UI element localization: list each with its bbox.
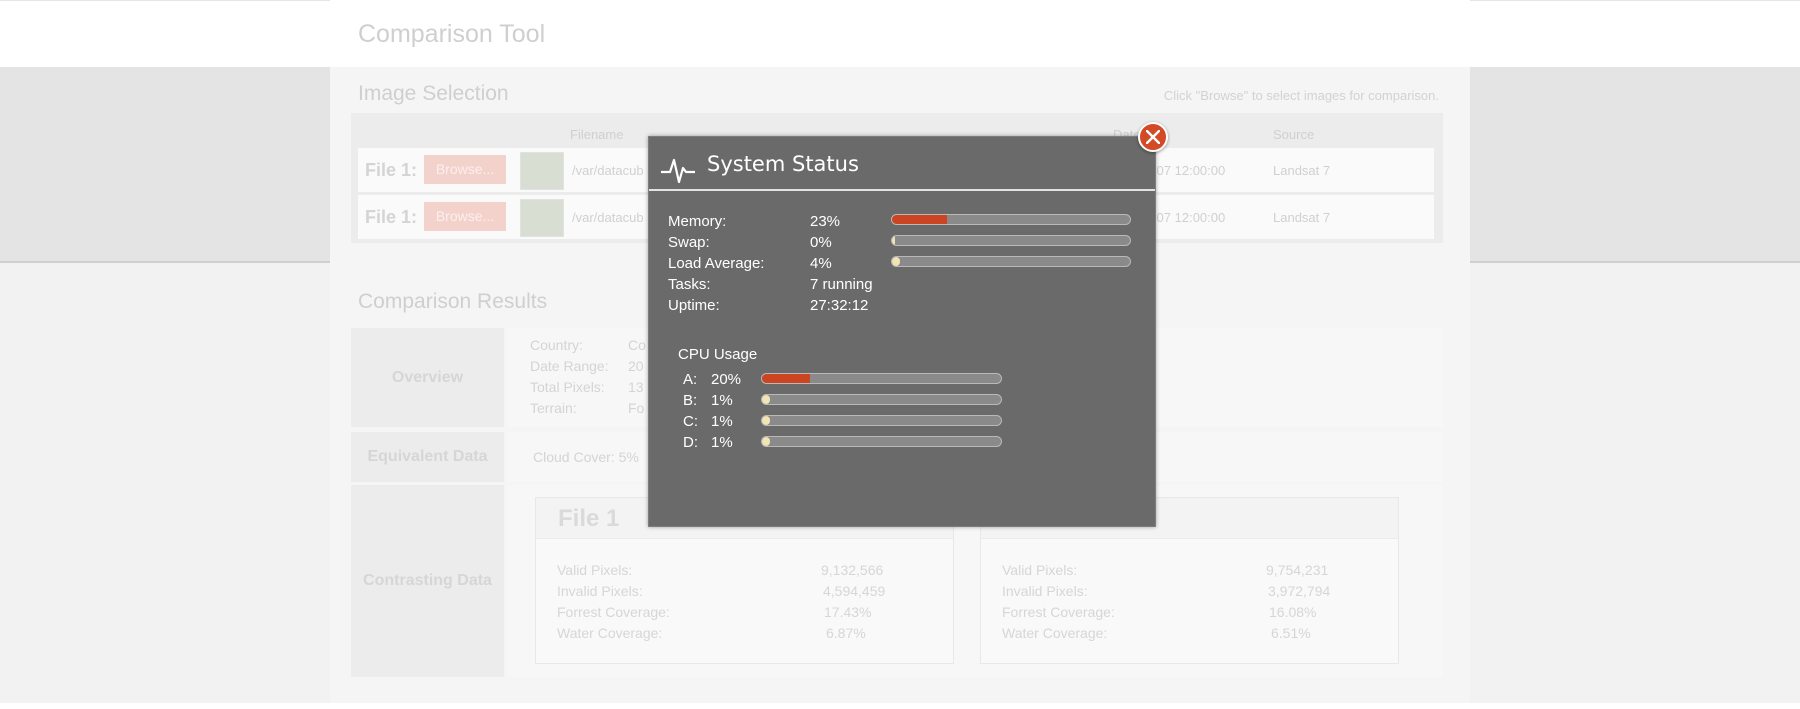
dialog-header: System Status — [649, 137, 1155, 191]
file-path: /var/datacub — [572, 210, 644, 225]
memory-bar — [891, 214, 1131, 225]
image-thumbnail — [520, 199, 564, 237]
file-source: Landsat 7 — [1273, 210, 1331, 225]
close-icon — [1146, 130, 1160, 144]
memory-label: Memory: — [668, 213, 727, 230]
card-value: 9,132,566 — [821, 562, 884, 578]
card-key: Forrest Coverage: — [557, 604, 670, 620]
card-value: 17.43% — [824, 604, 872, 620]
card-value: 9,754,231 — [1266, 562, 1329, 578]
selection-hint: Click "Browse" to select images for comp… — [1163, 88, 1439, 103]
card-key: Invalid Pixels: — [1002, 583, 1088, 599]
cpu-core-value: 1% — [711, 413, 733, 430]
overview-value: Co — [628, 337, 646, 353]
cpu-core-value: 1% — [711, 434, 733, 451]
uptime-value: 27:32:12 — [810, 297, 869, 314]
overview-value: Fo — [628, 400, 645, 416]
cpu-core-label: B: — [683, 392, 698, 409]
cpu-core-value: 20% — [711, 371, 742, 388]
load-average-label: Load Average: — [668, 255, 765, 272]
memory-value: 23% — [810, 213, 841, 230]
overview-value: 20 — [628, 358, 644, 374]
bar-level-marker — [892, 257, 900, 266]
contrasting-data-label: Contrasting Data — [351, 485, 504, 677]
cpu-core-bar — [761, 415, 1002, 426]
load-average-bar — [891, 256, 1131, 267]
cloud-cover-text: Cloud Cover: 5% — [533, 449, 639, 465]
card-value: 4,594,459 — [823, 583, 886, 599]
bar-level-marker — [892, 236, 895, 245]
overview-key: Country: — [530, 337, 583, 353]
tasks-value: 7 running — [810, 276, 873, 293]
card-key: Water Coverage: — [557, 625, 663, 641]
card-key: Valid Pixels: — [557, 562, 633, 578]
card-value: 3,972,794 — [1268, 583, 1331, 599]
cpu-core-label: A: — [683, 371, 698, 388]
browse-button[interactable]: Browse... — [424, 155, 506, 184]
card-key: Invalid Pixels: — [557, 583, 643, 599]
app-title: Comparison Tool — [358, 20, 546, 48]
browse-button[interactable]: Browse... — [424, 202, 506, 231]
overview-key: Total Pixels: — [530, 379, 605, 395]
uptime-label: Uptime: — [668, 297, 720, 314]
bar-level-marker — [762, 437, 770, 446]
overview-key: Date Range: — [530, 358, 609, 374]
card-key: Valid Pixels: — [1002, 562, 1078, 578]
cpu-core-bar — [761, 436, 1002, 447]
tasks-label: Tasks: — [668, 276, 711, 293]
file-date: 3-07 12:00:00 — [1145, 210, 1226, 225]
dialog-title: System Status — [707, 152, 859, 176]
file-source: Landsat 7 — [1273, 163, 1331, 178]
swap-value: 0% — [810, 234, 832, 251]
file-label: File 1: — [365, 207, 418, 227]
swap-label: Swap: — [668, 234, 710, 251]
overview-label: Overview — [351, 328, 504, 427]
column-header-filename: Filename — [570, 127, 624, 142]
bar-level-marker — [762, 395, 770, 404]
cpu-core-label: D: — [683, 434, 698, 451]
file-date: 3-07 12:00:00 — [1145, 163, 1226, 178]
pulse-icon — [661, 158, 695, 184]
cpu-core-bar — [761, 394, 1002, 405]
cpu-core-bar-fill — [762, 374, 810, 383]
close-button[interactable] — [1138, 122, 1168, 152]
card-value: 6.51% — [1271, 625, 1311, 641]
swap-bar — [891, 235, 1131, 246]
card-key: Forrest Coverage: — [1002, 604, 1115, 620]
file-path: /var/datacub — [572, 163, 644, 178]
column-header-source: Source — [1273, 127, 1315, 142]
cpu-core-label: C: — [683, 413, 698, 430]
load-average-value: 4% — [810, 255, 832, 272]
cpu-core-bar — [761, 373, 1002, 384]
bar-level-marker — [762, 416, 770, 425]
file-label: File 1: — [365, 160, 418, 180]
image-thumbnail — [520, 152, 564, 190]
cpu-usage-title: CPU Usage — [678, 346, 758, 363]
equivalent-data-label: Equivalent Data — [351, 432, 504, 482]
overview-key: Terrain: — [530, 400, 577, 416]
overview-value: 13 — [628, 379, 644, 395]
system-status-dialog: System Status Memory: 23% Swap: 0% Load … — [648, 136, 1156, 527]
results-title: Comparison Results — [358, 290, 548, 313]
card-value: 16.08% — [1269, 604, 1317, 620]
card-value: 6.87% — [826, 625, 866, 641]
memory-bar-fill — [892, 215, 947, 224]
image-selection-title: Image Selection — [358, 82, 509, 105]
card-key: Water Coverage: — [1002, 625, 1108, 641]
cpu-core-value: 1% — [711, 392, 733, 409]
